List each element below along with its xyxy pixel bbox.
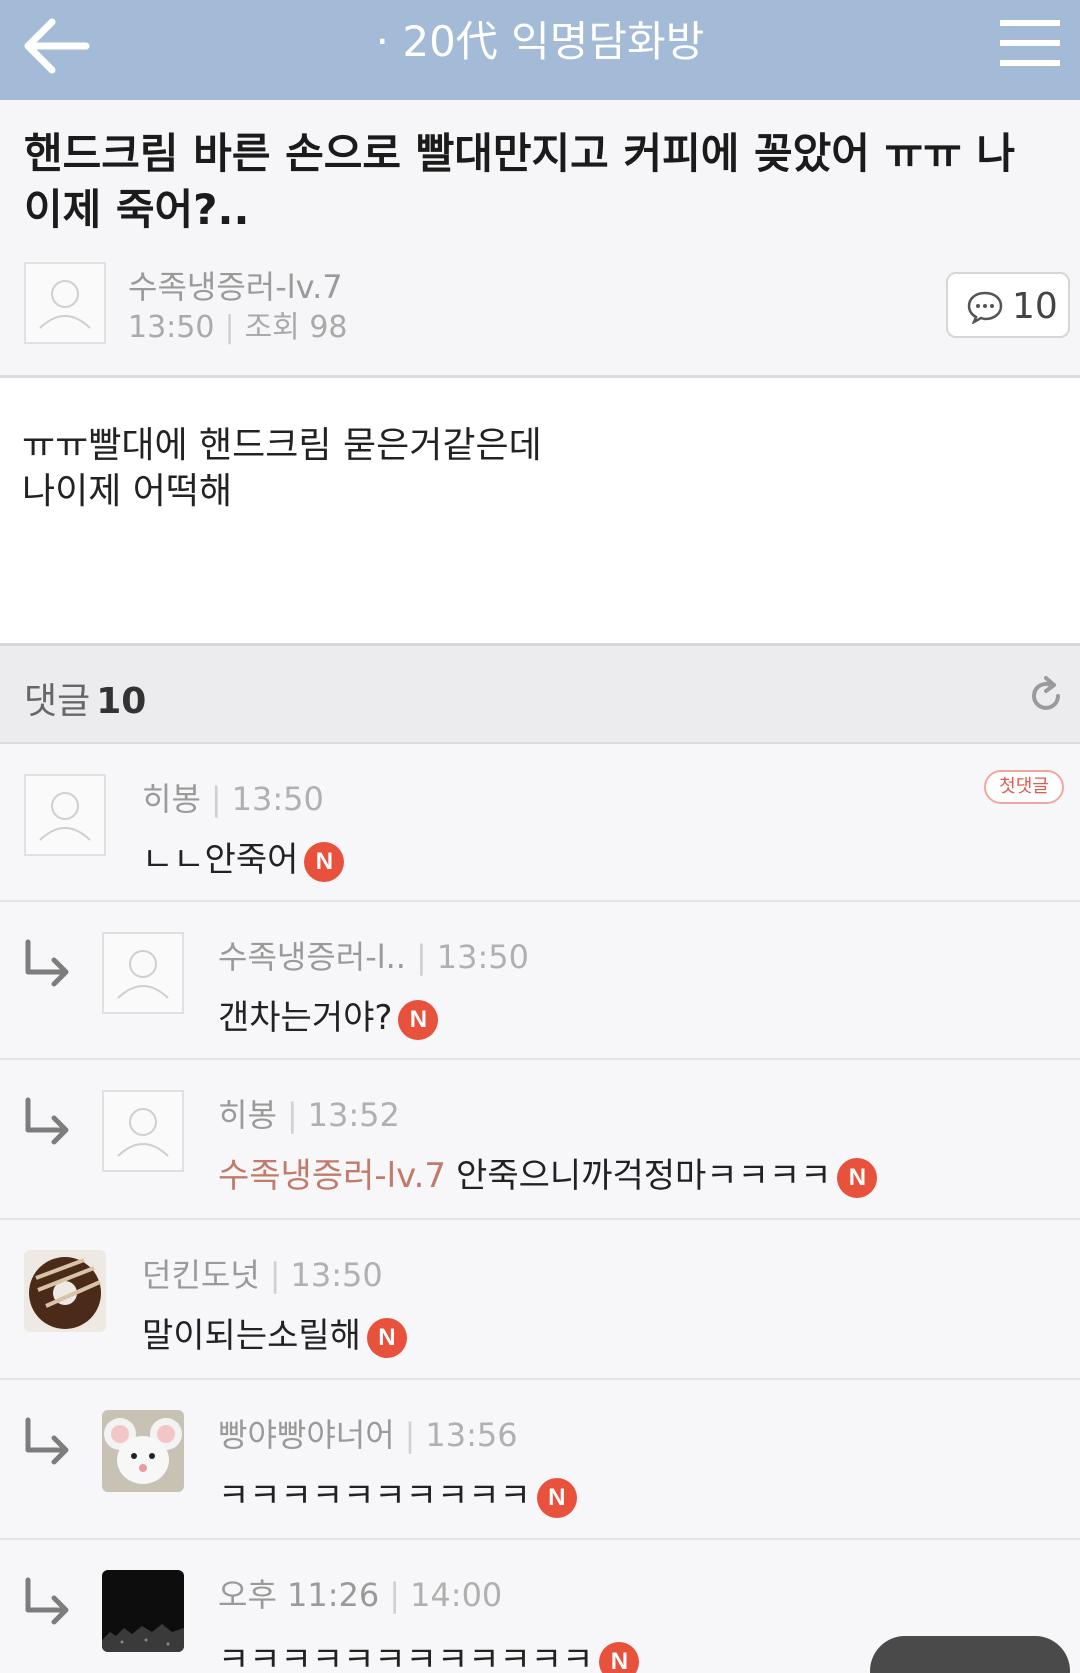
comments-title: 댓글 10 bbox=[24, 672, 146, 724]
new-badge: N bbox=[304, 841, 345, 882]
blank-avatar-icon bbox=[39, 280, 91, 329]
post-body-line: ㅠㅠ빨대에 핸드크림 묻은거같은데 bbox=[22, 425, 542, 466]
commenter-name[interactable]: 히봉 bbox=[218, 1096, 277, 1134]
commenter-name[interactable]: 오후 11:26 bbox=[218, 1576, 379, 1614]
comment-text: ㅋㅋㅋㅋㅋㅋㅋㅋㅋㅋㅋㅋ bbox=[218, 1640, 594, 1673]
menu-button[interactable] bbox=[996, 14, 1066, 74]
comments-count: 10 bbox=[96, 681, 147, 722]
commenter-avatar[interactable] bbox=[24, 774, 106, 856]
mention-link[interactable]: 수족냉증러-lv.7 bbox=[218, 1156, 446, 1196]
comment-text-row: ㅋㅋㅋㅋㅋㅋㅋㅋㅋㅋ N bbox=[218, 1468, 577, 1518]
comment-item[interactable]: 히봉 | 13:50 ㄴㄴ안죽어 N 첫댓글 bbox=[0, 744, 1080, 902]
post-body: ㅠㅠ빨대에 핸드크림 묻은거같은데 나이제 어떡해 bbox=[0, 378, 1080, 646]
comment-text: 갠차는거야? bbox=[218, 998, 393, 1038]
comment-time: 13:56 bbox=[425, 1416, 518, 1454]
commenter-avatar[interactable] bbox=[102, 932, 184, 1014]
new-badge: N bbox=[366, 1317, 407, 1358]
blank-avatar-icon bbox=[39, 792, 91, 841]
blank-avatar-icon bbox=[117, 950, 169, 999]
commenter-name[interactable]: 던킨도넛 bbox=[142, 1256, 260, 1294]
comment-text: 말이되는소릴해 bbox=[142, 1316, 361, 1356]
hamburger-menu-icon bbox=[1000, 20, 1060, 66]
new-badge: N bbox=[398, 999, 439, 1040]
post-views: 조회 98 bbox=[244, 310, 348, 345]
speech-bubble-icon bbox=[967, 291, 1003, 324]
comment-text: ㄴㄴ안죽어 bbox=[142, 840, 299, 880]
donut-avatar[interactable] bbox=[24, 1250, 106, 1332]
comment-text-row: 갠차는거야? N bbox=[218, 990, 439, 1040]
comment-time: 14:00 bbox=[410, 1576, 503, 1614]
post-time: 13:50 bbox=[128, 310, 215, 345]
comment-meta: 수족냉증러-l.. | 13:50 bbox=[218, 938, 529, 976]
comment-text-row: 말이되는소릴해 N bbox=[142, 1308, 407, 1358]
new-badge: N bbox=[599, 1641, 640, 1673]
comment-text: 안죽으니까걱정마ㅋㅋㅋㅋ bbox=[456, 1156, 832, 1196]
commenter-avatar[interactable] bbox=[102, 1090, 184, 1172]
commenter-name[interactable]: 히봉 bbox=[142, 780, 201, 818]
comment-time: 13:50 bbox=[436, 938, 529, 976]
refresh-icon bbox=[1032, 676, 1060, 710]
comments-label: 댓글 bbox=[24, 681, 91, 722]
comment-time: 13:50 bbox=[231, 780, 324, 818]
comment-item[interactable]: 히봉 | 13:52 수족냉증러-lv.7 안죽으니까걱정마ㅋㅋㅋㅋ N bbox=[0, 1060, 1080, 1220]
write-comment-button[interactable] bbox=[870, 1636, 1070, 1673]
comment-text-row: 수족냉증러-lv.7 안죽으니까걱정마ㅋㅋㅋㅋ N bbox=[218, 1148, 878, 1198]
new-badge: N bbox=[837, 1157, 878, 1198]
black-avatar[interactable] bbox=[102, 1570, 184, 1652]
commenter-name[interactable]: 수족냉증러-l.. bbox=[218, 938, 406, 976]
mouse-avatar[interactable] bbox=[102, 1410, 184, 1492]
reply-arrow-icon bbox=[25, 1417, 69, 1465]
comment-count: 10 bbox=[1012, 286, 1058, 327]
comment-time: 13:52 bbox=[307, 1096, 400, 1134]
comment-count-button[interactable]: 10 bbox=[946, 272, 1070, 338]
comment-meta: 히봉 | 13:50 bbox=[142, 780, 324, 818]
new-badge: N bbox=[536, 1477, 577, 1518]
comment-text-row: ㅋㅋㅋㅋㅋㅋㅋㅋㅋㅋㅋㅋ N bbox=[218, 1632, 640, 1673]
refresh-button[interactable] bbox=[1024, 674, 1068, 718]
comment-meta: 던킨도넛 | 13:50 bbox=[142, 1256, 383, 1294]
post-title: 핸드크림 바른 손으로 빨대만지고 커피에 꽂았어 ㅠㅠ 나 이제 죽어?.. bbox=[24, 129, 1016, 234]
comment-meta: 오후 11:26 | 14:00 bbox=[218, 1576, 503, 1614]
donut-icon bbox=[29, 1257, 101, 1329]
comment-item[interactable]: 던킨도넛 | 13:50 말이되는소릴해 N bbox=[0, 1220, 1080, 1380]
comment-item[interactable]: 빵야빵야너어 | 13:56 ㅋㅋㅋㅋㅋㅋㅋㅋㅋㅋ N bbox=[0, 1380, 1080, 1540]
mouse-face-icon bbox=[104, 1418, 182, 1484]
first-comment-badge: 첫댓글 bbox=[984, 770, 1064, 804]
comment-text-row: ㄴㄴ안죽어 N bbox=[142, 832, 345, 882]
blank-avatar-icon bbox=[117, 1108, 169, 1157]
board-title: · 20代 익명담화방 bbox=[375, 17, 705, 66]
app-header: · 20代 익명담화방 bbox=[0, 0, 1080, 100]
comment-meta: 히봉 | 13:52 bbox=[218, 1096, 400, 1134]
comments-header: 댓글 10 bbox=[0, 646, 1080, 744]
comment-item[interactable]: 수족냉증러-l.. | 13:50 갠차는거야? N bbox=[0, 902, 1080, 1060]
author-avatar[interactable] bbox=[24, 262, 106, 344]
dark-photo-icon bbox=[102, 1624, 184, 1652]
comment-meta: 빵야빵야너어 | 13:56 bbox=[218, 1416, 518, 1454]
comment-text: ㅋㅋㅋㅋㅋㅋㅋㅋㅋㅋ bbox=[218, 1476, 531, 1516]
reply-arrow-icon bbox=[25, 939, 69, 987]
reply-arrow-icon bbox=[25, 1097, 69, 1145]
commenter-name[interactable]: 빵야빵야너어 bbox=[218, 1416, 395, 1454]
post-meta: 13:50 | 조회 98 bbox=[128, 310, 348, 345]
comment-time: 13:50 bbox=[290, 1256, 383, 1294]
reply-arrow-icon bbox=[25, 1577, 69, 1625]
post-body-line: 나이제 어떡해 bbox=[22, 471, 233, 512]
